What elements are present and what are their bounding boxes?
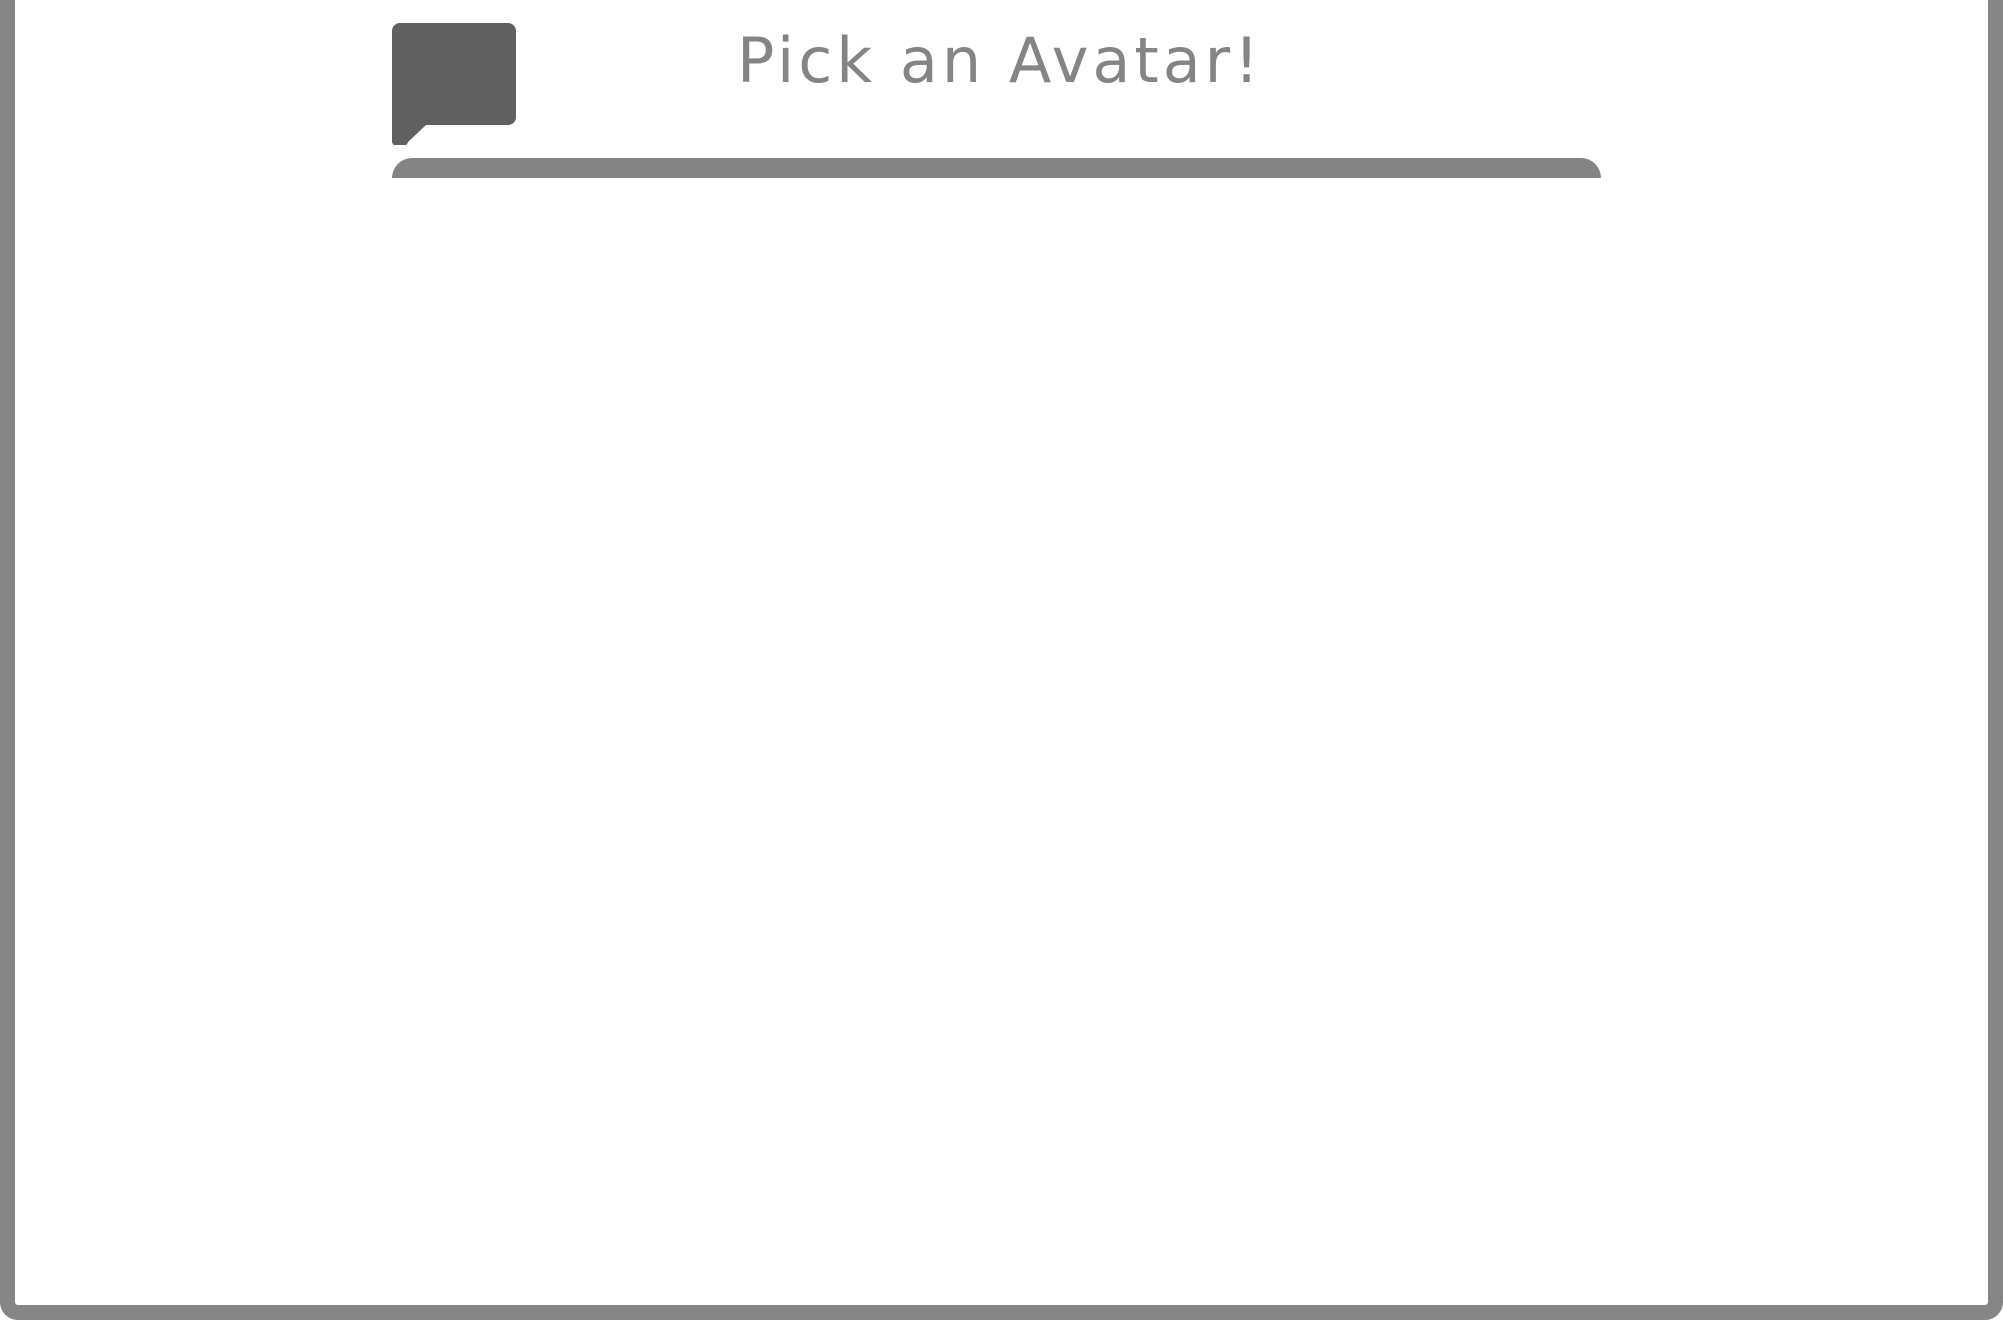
- dialog-title: Pick an Avatar!: [736, 24, 1264, 97]
- avatar-panel-header-bar: [392, 158, 1601, 178]
- avatar-picker-area: [392, 178, 1601, 1278]
- speech-bubble-icon[interactable]: [392, 23, 516, 145]
